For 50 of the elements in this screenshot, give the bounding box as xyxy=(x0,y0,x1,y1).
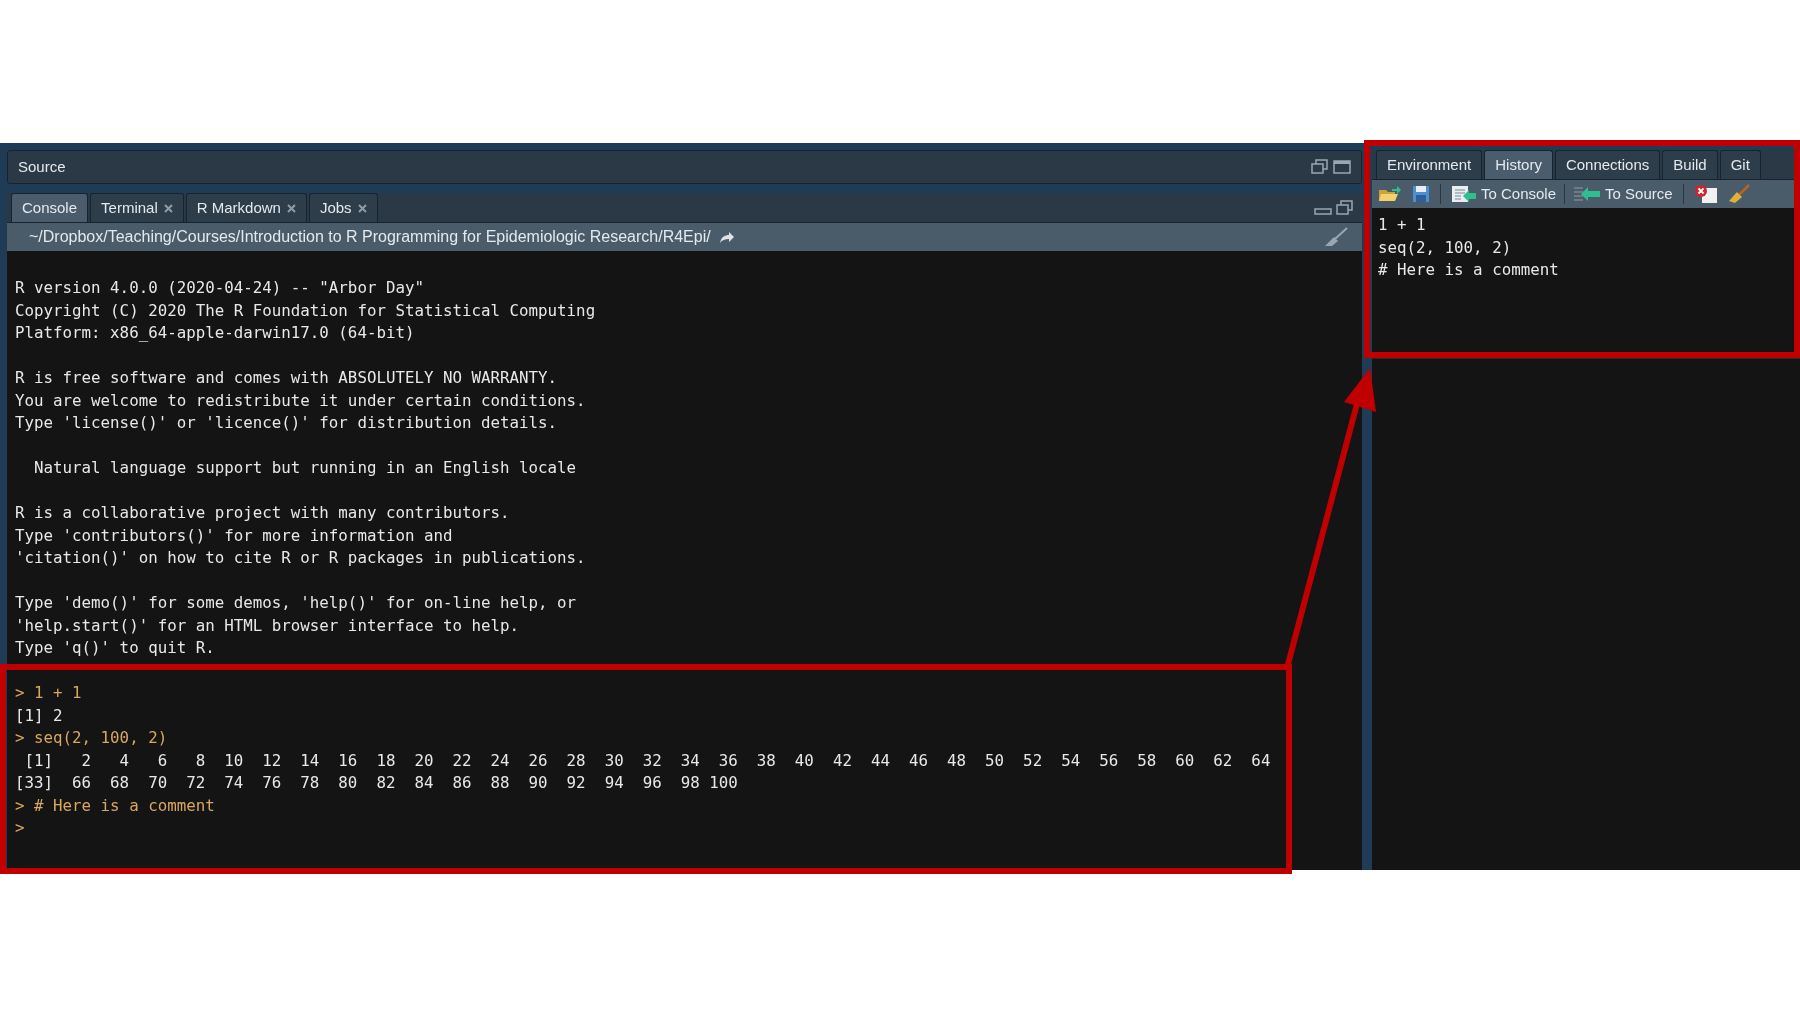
console-input-line: > xyxy=(15,817,26,839)
open-folder-icon[interactable] xyxy=(1378,185,1402,203)
save-icon[interactable] xyxy=(1412,185,1430,203)
console-line: Type 'contributors()' for more information and xyxy=(15,524,454,547)
tab[interactable]: Environment xyxy=(1376,150,1483,179)
tab[interactable]: Build xyxy=(1662,150,1718,179)
delete-icon[interactable] xyxy=(1693,184,1718,204)
tab[interactable]: Terminal xyxy=(90,193,184,222)
tab[interactable]: Connections xyxy=(1554,150,1661,179)
console-input-line: > # Here is a comment xyxy=(15,794,216,817)
console-input-line: > seq(2, 100, 2) xyxy=(15,727,169,749)
close-icon[interactable] xyxy=(163,203,173,213)
console-line: Type 'license()' or 'licence()' for distribution details. xyxy=(15,412,559,434)
tab[interactable]: Jobs xyxy=(308,193,378,222)
console-line: 'help.start()' for an HTML browser interface to help. xyxy=(15,614,521,637)
tab[interactable]: R Markdown xyxy=(185,193,307,222)
tab[interactable]: Console xyxy=(11,193,89,222)
console-output-line: [1] 2 xyxy=(15,704,64,727)
close-icon[interactable] xyxy=(357,203,367,213)
close-icon[interactable] xyxy=(286,203,296,213)
history-entry[interactable]: 1 + 1 xyxy=(1378,214,1794,237)
console-line: Platform: x86_64-apple-darwin17.0 (64-bit) xyxy=(15,322,416,344)
to-source-button[interactable]: To Source xyxy=(1573,182,1673,206)
console-line: Copyright (C) 2020 The R Foundation for Statistical Computing xyxy=(15,299,597,322)
history-entry[interactable]: # Here is a comment xyxy=(1378,259,1794,282)
console-line: R is a collaborative project with many contributors. xyxy=(15,502,511,524)
forward-arrow-icon[interactable] xyxy=(718,230,735,244)
console-line: You are welcome to redistribute it under certain conditions. xyxy=(15,389,587,412)
tab[interactable]: History xyxy=(1484,150,1553,179)
console-output-line: [1] 2 4 6 8 10 12 14 16 18 20 22 24 26 28 30 32 34 36 38 40 42 44 46 48 50 52 54 56 58 60 62 64 xyxy=(23,749,1272,772)
console-input-line: > 1 + 1 xyxy=(15,682,83,704)
console-line: R version 4.0.0 (2020-04-24) -- "Arbor Day" xyxy=(15,277,425,299)
history-entry[interactable]: seq(2, 100, 2) xyxy=(1378,236,1794,259)
working-directory-path: ~/Dropbox/Teaching/Courses/Introduction to R Programming for Epidemiologic Research/R4Epi/ xyxy=(29,227,711,247)
maximize-icon[interactable] xyxy=(1333,159,1351,175)
to-source-icon xyxy=(1573,185,1602,203)
restore-icon[interactable] xyxy=(1336,199,1354,216)
broom-icon[interactable] xyxy=(1727,184,1750,204)
restore-icon[interactable] xyxy=(1311,159,1329,175)
pane-title: Source xyxy=(18,156,66,177)
console-line: Type 'q()' to quit R. xyxy=(15,637,216,659)
console-line: 'citation()' on how to cite R or R packages in publications. xyxy=(15,547,587,569)
console-line: R is free software and comes with ABSOLUTELY NO WARRANTY. xyxy=(15,367,559,389)
console-line: Natural language support but running in an English locale xyxy=(33,457,578,479)
tab[interactable]: Git xyxy=(1719,150,1761,179)
to-console-icon xyxy=(1451,185,1477,203)
console-output-line: [33] 66 68 70 72 74 76 78 80 82 84 86 88 90 92 94 96 98 100 xyxy=(15,772,739,794)
console-line: Type 'demo()' for some demos, 'help()' for on-line help, or xyxy=(15,592,578,614)
to-console-button[interactable]: To Console xyxy=(1451,182,1557,206)
broom-icon[interactable] xyxy=(1324,227,1348,247)
